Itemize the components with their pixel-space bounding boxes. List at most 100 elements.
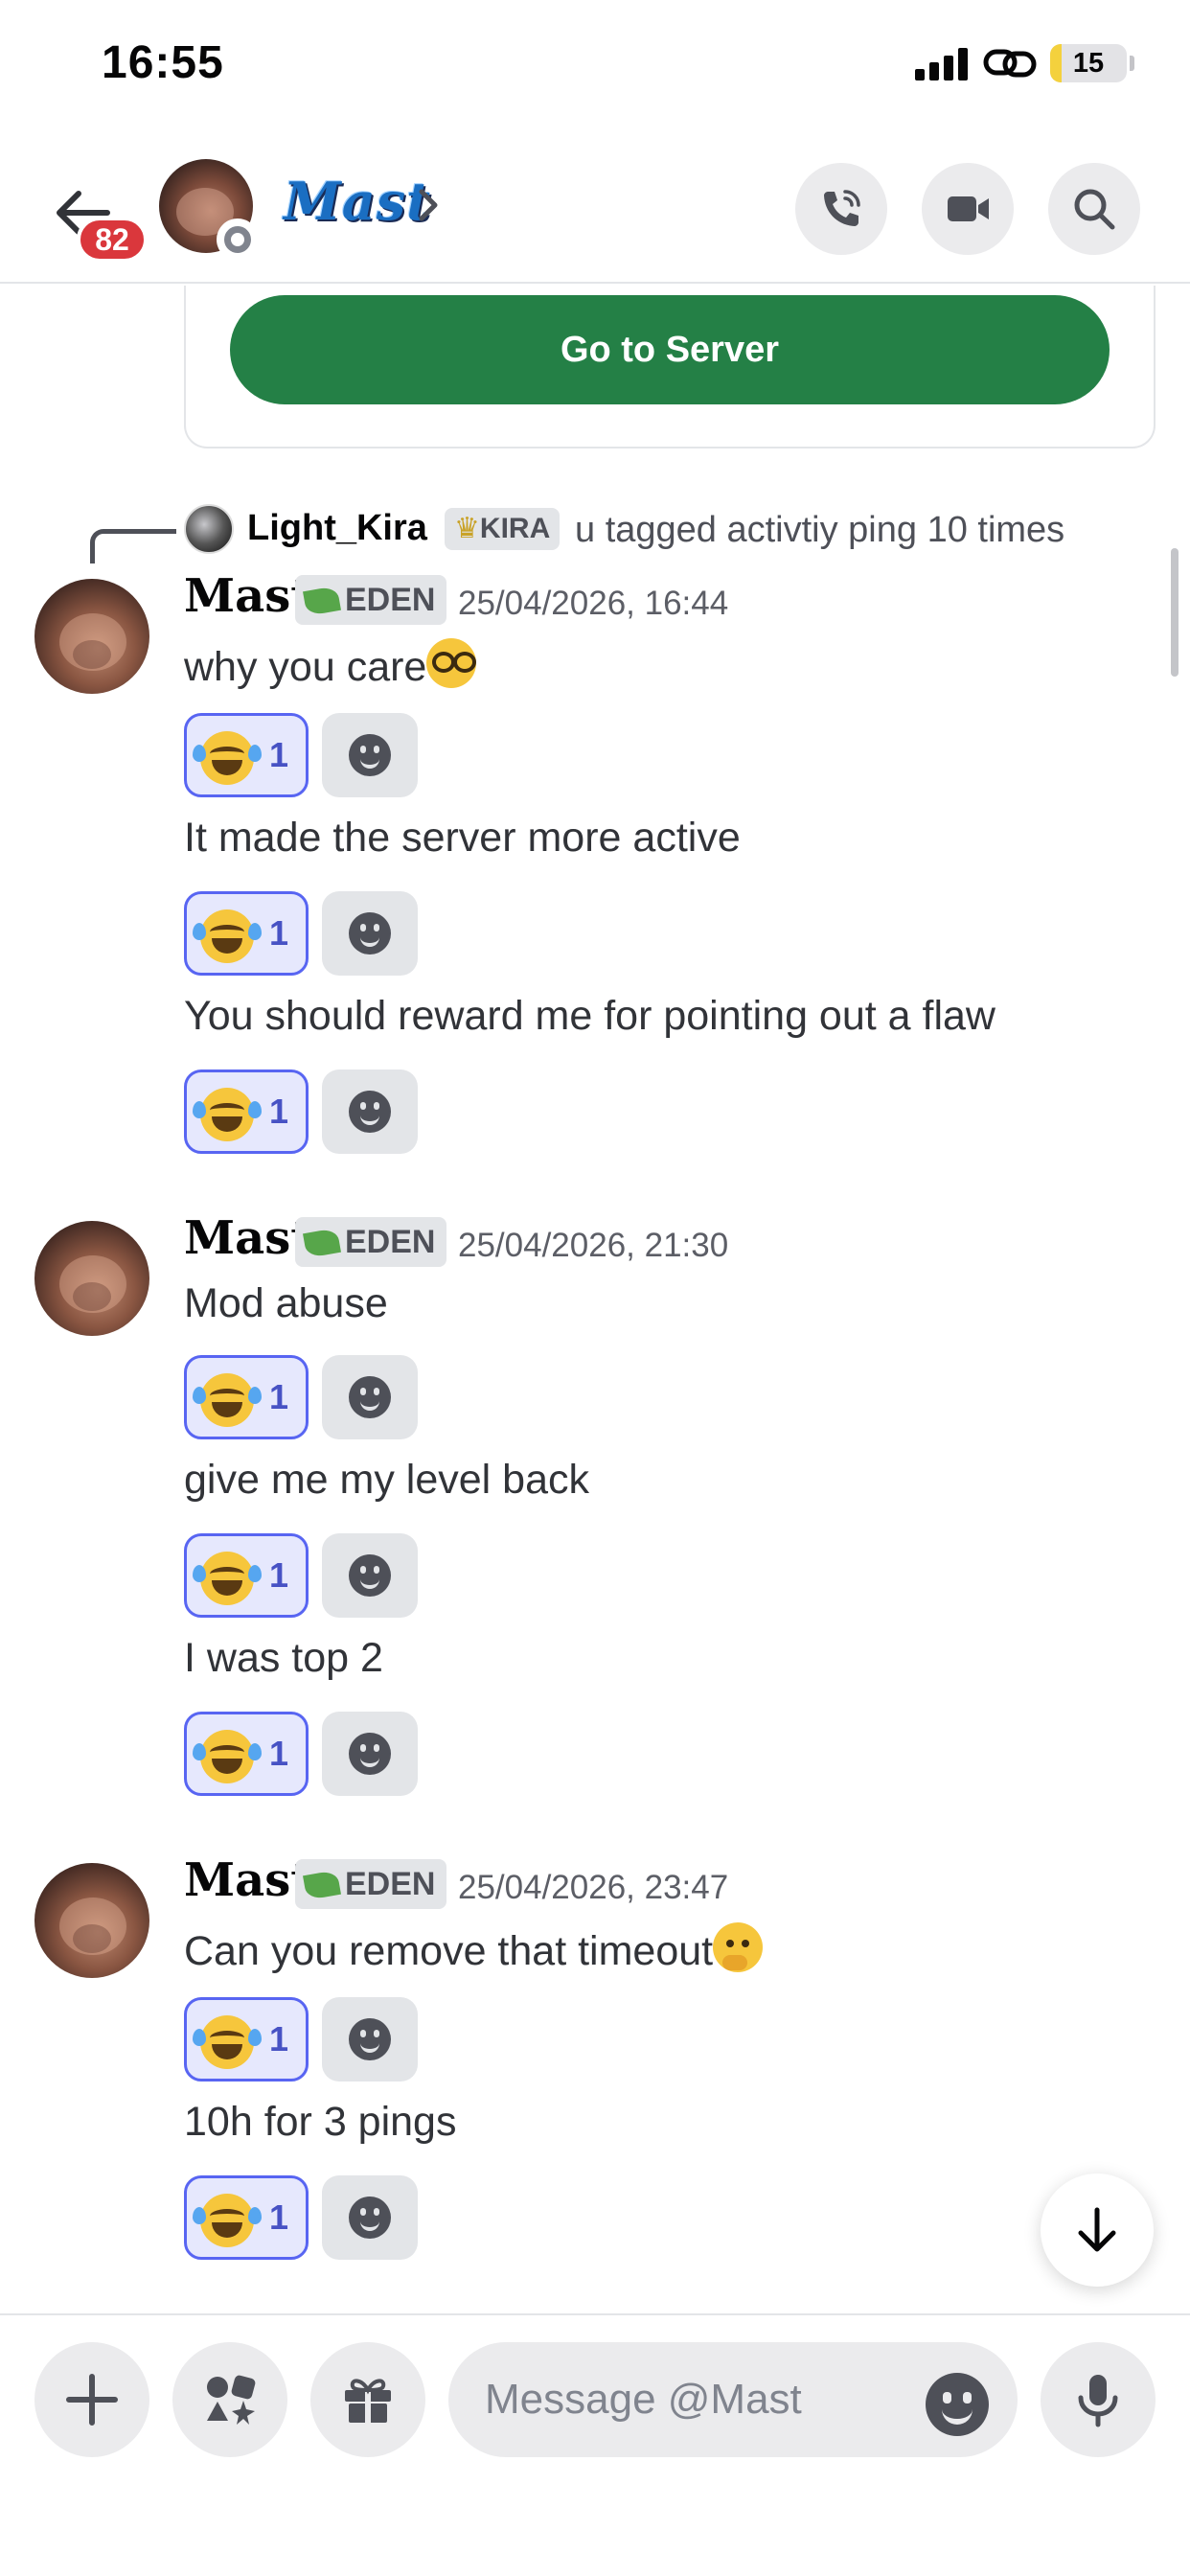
add-emoji-icon bbox=[349, 912, 391, 954]
reaction-count: 1 bbox=[269, 2197, 289, 2237]
reply-author[interactable]: Light_Kira bbox=[247, 508, 427, 549]
message-text[interactable]: Mod abuse bbox=[184, 1280, 388, 1327]
add-reaction-button[interactable] bbox=[322, 1355, 418, 1439]
message-author[interactable]: Mast bbox=[184, 569, 311, 623]
reaction-count: 1 bbox=[269, 1092, 289, 1131]
add-reaction-button[interactable] bbox=[322, 1533, 418, 1618]
search-icon bbox=[1074, 189, 1115, 230]
status-bar: 16:55 15 bbox=[0, 0, 1190, 134]
tear-icon bbox=[248, 923, 262, 940]
battery-icon: 15 bbox=[1050, 44, 1127, 82]
add-reaction-button[interactable] bbox=[322, 1997, 418, 2082]
face-with-tears-of-joy-icon bbox=[200, 1552, 254, 1605]
add-reaction-button[interactable] bbox=[322, 1070, 418, 1154]
add-reaction-button[interactable] bbox=[322, 713, 418, 797]
battery-percent: 15 bbox=[1072, 48, 1105, 79]
reply-text[interactable]: u tagged activtiy ping 10 times bbox=[575, 510, 1064, 551]
message-timestamp: 25/04/2026, 21:30 bbox=[458, 1227, 729, 1264]
thinking-face-icon bbox=[713, 1922, 764, 1972]
avatar[interactable] bbox=[34, 1221, 149, 1336]
face-with-tears-of-joy-icon bbox=[200, 2194, 254, 2247]
add-reaction-button[interactable] bbox=[322, 891, 418, 976]
message-composer bbox=[0, 2313, 1190, 2576]
avatar[interactable] bbox=[34, 1863, 149, 1978]
add-emoji-icon bbox=[349, 2196, 391, 2239]
message-author[interactable]: Mast bbox=[184, 1853, 311, 1907]
scrollbar[interactable] bbox=[1171, 548, 1179, 677]
add-emoji-icon bbox=[349, 1733, 391, 1775]
tear-icon bbox=[193, 745, 206, 762]
tear-icon bbox=[193, 1565, 206, 1582]
face-with-tears-of-joy-icon bbox=[200, 731, 254, 785]
add-emoji-icon bbox=[349, 1376, 391, 1418]
reaction-button[interactable]: 1 bbox=[184, 1533, 309, 1618]
reaction-button[interactable]: 1 bbox=[184, 1712, 309, 1796]
attach-button[interactable] bbox=[34, 2342, 149, 2457]
reaction-count: 1 bbox=[269, 2019, 289, 2058]
avatar[interactable] bbox=[34, 579, 149, 694]
face-with-tears-of-joy-icon bbox=[200, 1088, 254, 1141]
role-tag-label: EDEN bbox=[345, 582, 436, 618]
role-tag-label: EDEN bbox=[345, 1866, 436, 1902]
jump-to-present-button[interactable] bbox=[1041, 2174, 1154, 2287]
message-timestamp: 25/04/2026, 23:47 bbox=[458, 1869, 729, 1906]
status-time: 16:55 bbox=[102, 37, 224, 88]
message-author[interactable]: Mast bbox=[184, 1211, 311, 1265]
add-reaction-button[interactable] bbox=[322, 2175, 418, 2260]
message-text-content: why you care bbox=[184, 644, 427, 690]
video-camera-icon bbox=[948, 196, 989, 221]
reaction-button[interactable]: 1 bbox=[184, 1997, 309, 2082]
tear-icon bbox=[248, 1101, 262, 1118]
leaf-icon bbox=[303, 586, 341, 616]
reaction-count: 1 bbox=[269, 913, 289, 953]
tear-icon bbox=[193, 1743, 206, 1760]
search-button[interactable] bbox=[1048, 163, 1140, 255]
tear-icon bbox=[248, 2029, 262, 2046]
reaction-button[interactable]: 1 bbox=[184, 2175, 309, 2260]
message-text[interactable]: It made the server more active bbox=[184, 815, 741, 862]
add-emoji-icon bbox=[349, 2018, 391, 2060]
channel-name[interactable]: Mast bbox=[284, 171, 431, 232]
leaf-icon bbox=[303, 1228, 341, 1258]
voice-call-button[interactable] bbox=[795, 163, 887, 255]
message-text[interactable]: I was top 2 bbox=[184, 1635, 383, 1682]
reply-avatar[interactable] bbox=[184, 504, 234, 554]
emoji-icon[interactable] bbox=[926, 2373, 989, 2436]
add-reaction-button[interactable] bbox=[322, 1712, 418, 1796]
crown-icon: ♛ bbox=[454, 513, 480, 544]
message-text[interactable]: 10h for 3 pings bbox=[184, 2099, 456, 2146]
message-text[interactable]: give me my level back bbox=[184, 1457, 589, 1504]
microphone-icon bbox=[1078, 2375, 1118, 2427]
arrow-down-icon bbox=[1078, 2207, 1116, 2252]
reaction-button[interactable]: 1 bbox=[184, 891, 309, 976]
tear-icon bbox=[248, 1387, 262, 1404]
message-text[interactable]: Can you remove that timeout bbox=[184, 1922, 764, 1975]
tear-icon bbox=[193, 2207, 206, 2224]
voice-message-button[interactable] bbox=[1041, 2342, 1156, 2457]
message-list[interactable]: Go to Server Light_Kira ♛KIRA u tagged a… bbox=[0, 286, 1190, 2313]
message-timestamp: 25/04/2026, 16:44 bbox=[458, 585, 729, 622]
leaf-icon bbox=[303, 1870, 341, 1900]
add-emoji-icon bbox=[349, 734, 391, 776]
add-emoji-icon bbox=[349, 1554, 391, 1597]
chevron-right-icon[interactable] bbox=[414, 184, 443, 226]
message-text[interactable]: You should reward me for pointing out a … bbox=[184, 993, 995, 1040]
go-to-server-button[interactable]: Go to Server bbox=[230, 295, 1110, 404]
reaction-button[interactable]: 1 bbox=[184, 1070, 309, 1154]
reaction-count: 1 bbox=[269, 1555, 289, 1595]
reaction-button[interactable]: 1 bbox=[184, 713, 309, 797]
tear-icon bbox=[193, 923, 206, 940]
reply-tag-label: KIRA bbox=[479, 513, 551, 544]
tear-icon bbox=[248, 2207, 262, 2224]
message-text[interactable]: why you care bbox=[184, 638, 477, 691]
tear-icon bbox=[193, 2029, 206, 2046]
reaction-button[interactable]: 1 bbox=[184, 1355, 309, 1439]
video-call-button[interactable] bbox=[922, 163, 1014, 255]
phone-call-icon bbox=[824, 190, 860, 226]
channel-header: 82 Mast bbox=[0, 134, 1190, 284]
gift-button[interactable] bbox=[310, 2342, 425, 2457]
face-with-tears-of-joy-icon bbox=[200, 909, 254, 963]
apps-button[interactable] bbox=[172, 2342, 287, 2457]
reply-tag: ♛KIRA bbox=[445, 508, 561, 550]
tear-icon bbox=[193, 1101, 206, 1118]
